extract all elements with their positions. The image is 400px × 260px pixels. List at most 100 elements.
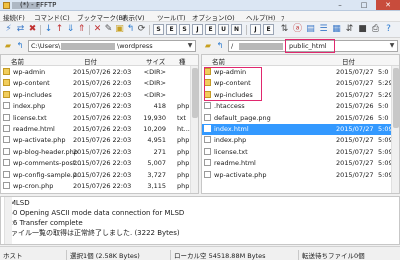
- local-file-row[interactable]: wp-content 2015/07/26 22:03 <DIR>: [1, 78, 198, 89]
- detail-view-icon[interactable]: ▦: [331, 24, 342, 35]
- local-folder-icon[interactable]: ▰: [3, 41, 13, 50]
- remote-file-row[interactable]: license.txt 2015/07/27 5:09: [202, 147, 399, 158]
- remote-file-row[interactable]: .htaccess 2015/07/26 5:0: [202, 101, 399, 112]
- kana-e-button[interactable]: E: [263, 24, 274, 35]
- column-size[interactable]: サイズ: [146, 56, 165, 66]
- file-date: 2015/07/27: [336, 68, 374, 76]
- menu-extra[interactable]: ﾌ: [281, 12, 284, 22]
- filter-icon[interactable]: ▤: [305, 24, 316, 35]
- menu-view[interactable]: 表示(V): [122, 12, 145, 22]
- file-size: 3,727: [147, 170, 166, 179]
- chevron-down-icon[interactable]: ▼: [186, 42, 194, 50]
- title-bar: (*) - FFFTP – □ ✕: [0, 0, 400, 11]
- column-name[interactable]: 名前: [212, 56, 225, 66]
- ffftp-window: (*) - FFFTP – □ ✕ 接続(F) コマンド(C) ブックマーク(B…: [0, 0, 400, 260]
- toolbar: ⚡ ⇄ ✖ ↓ ↑ ⇓ ⇑ ✕ ✎ ▣ ↰ ⟳ S E S J E U N J …: [0, 22, 400, 38]
- local-file-row[interactable]: license.txt 2015/07/26 22:03 19,930 txt: [1, 113, 198, 124]
- column-date[interactable]: 日付: [342, 56, 355, 66]
- menu-options[interactable]: オプション(O): [192, 12, 235, 22]
- remote-scrollbar[interactable]: [391, 66, 399, 193]
- menu-help[interactable]: ヘルプ(H): [246, 12, 275, 22]
- file-date: 2015/07/26 22:03: [73, 147, 132, 156]
- local-file-row[interactable]: readme.html 2015/07/26 22:03 10,209 ht...: [1, 124, 198, 135]
- local-up-icon[interactable]: ↰: [15, 41, 25, 50]
- kanji-s-button[interactable]: S: [179, 24, 190, 35]
- column-type[interactable]: 種: [179, 56, 186, 66]
- sync-icon[interactable]: ⇅: [279, 24, 290, 35]
- lowercase-icon[interactable]: ⓐ: [292, 24, 303, 35]
- local-file-row[interactable]: wp-config-sample.p... 2015/07/26 22:03 3,7…: [1, 170, 198, 181]
- connect-icon[interactable]: ⚡: [3, 24, 14, 35]
- remote-file-row[interactable]: index.php 2015/07/27 5:09: [202, 135, 399, 146]
- print-icon[interactable]: ⎙: [370, 24, 381, 35]
- local-file-row[interactable]: index.php 2015/07/26 22:03 418 php: [1, 101, 198, 112]
- remote-file-row[interactable]: wp-activate.php 2015/07/27 5:09: [202, 170, 399, 181]
- stop-icon[interactable]: ■: [357, 24, 368, 35]
- local-scroll-thumb[interactable]: [192, 68, 198, 118]
- local-scrollbar[interactable]: [190, 66, 198, 193]
- local-file-row[interactable]: wp-comments-post... 2015/07/26 22:03 5,007…: [1, 158, 198, 169]
- remote-file-list: 名前 日付 wp-admin 2015/07/27 5:0 wp-content 201…: [201, 54, 400, 194]
- file-name: .htaccess: [214, 102, 245, 111]
- menu-tools[interactable]: ツール(T): [157, 12, 186, 22]
- kanji-n-button[interactable]: N: [231, 24, 242, 35]
- local-file-row[interactable]: wp-admin 2015/07/26 22:03 <DIR>: [1, 67, 198, 78]
- column-date[interactable]: 日付: [84, 56, 97, 66]
- file-name: license.txt: [214, 147, 248, 156]
- menu-bookmark[interactable]: ブックマーク(B): [77, 12, 126, 22]
- log-scrollbar[interactable]: [4, 197, 12, 244]
- menu-command[interactable]: コマンド(C): [34, 12, 70, 22]
- download-icon[interactable]: ↓: [43, 24, 54, 35]
- transfer-mode-s-button[interactable]: S: [153, 24, 164, 35]
- remote-file-row[interactable]: readme.html 2015/07/27 5:09: [202, 158, 399, 169]
- menu-bar: 接続(F) コマンド(C) ブックマーク(B) 表示(V) ツール(T) オプシ…: [0, 11, 400, 22]
- kanji-e-button[interactable]: E: [205, 24, 216, 35]
- remote-path-bar: ▰ ↰ / public_html ▼: [201, 39, 400, 53]
- file-name: index.php: [13, 102, 46, 111]
- sort-icon[interactable]: ⇵: [344, 24, 355, 35]
- new-folder-icon[interactable]: ▣: [114, 24, 125, 35]
- list-view-icon[interactable]: ☰: [318, 24, 329, 35]
- transfer-mode-e-button[interactable]: E: [166, 24, 177, 35]
- parent-folder-icon[interactable]: ↰: [125, 24, 136, 35]
- download-as-icon[interactable]: ⇓: [65, 24, 76, 35]
- remote-path-prefix: /: [231, 42, 234, 50]
- remote-up-icon[interactable]: ↰: [215, 41, 225, 50]
- local-path-input[interactable]: C:\Users\ \wordpress ▼: [28, 40, 196, 52]
- file-size: <DIR>: [143, 90, 166, 99]
- upload-as-icon[interactable]: ⇑: [76, 24, 87, 35]
- help-icon[interactable]: ?: [383, 24, 394, 35]
- toolbar-separator: [89, 25, 90, 35]
- chevron-down-icon[interactable]: ▼: [388, 42, 396, 50]
- file-date: 2015/07/27: [336, 90, 374, 99]
- close-button[interactable]: ✕: [376, 0, 400, 10]
- kanji-j-button[interactable]: J: [192, 24, 203, 35]
- kana-j-button[interactable]: J: [250, 24, 261, 35]
- local-path-prefix: C:\Users\: [31, 42, 61, 50]
- file-type: php: [177, 102, 190, 111]
- disconnect-icon[interactable]: ✖: [27, 24, 38, 35]
- local-file-row[interactable]: wp-cron.php 2015/07/26 22:03 3,115 php: [1, 181, 198, 192]
- delete-icon[interactable]: ✕: [92, 24, 103, 35]
- toolbar-separator: [149, 25, 150, 35]
- file-icon: [3, 159, 10, 167]
- quick-connect-icon[interactable]: ⇄: [15, 24, 26, 35]
- local-file-row[interactable]: wp-includes 2015/07/26 22:03 <DIR>: [1, 90, 198, 101]
- column-name[interactable]: 名前: [11, 56, 24, 66]
- remote-file-row[interactable]: index.html 2015/07/27 5:09: [202, 124, 399, 135]
- upload-icon[interactable]: ↑: [54, 24, 65, 35]
- remote-path-redaction: [239, 43, 283, 50]
- remote-folder-icon[interactable]: ▰: [203, 41, 213, 50]
- refresh-icon[interactable]: ⟳: [136, 24, 147, 35]
- local-file-row[interactable]: wp-blog-header.php 2015/07/26 22:03 271 php: [1, 147, 198, 158]
- menu-connect[interactable]: 接続(F): [3, 12, 25, 22]
- folder-icon: [3, 90, 10, 98]
- kanji-u-button[interactable]: U: [218, 24, 229, 35]
- rename-icon[interactable]: ✎: [103, 24, 114, 35]
- remote-file-row[interactable]: default_page.png 2015/07/26 5:0: [202, 113, 399, 124]
- maximize-button[interactable]: □: [352, 0, 376, 10]
- remote-scroll-thumb[interactable]: [393, 68, 399, 128]
- status-host: ホスト: [3, 252, 23, 260]
- local-file-row[interactable]: wp-activate.php 2015/07/26 22:03 4,951 php: [1, 135, 198, 146]
- minimize-button[interactable]: –: [328, 0, 352, 10]
